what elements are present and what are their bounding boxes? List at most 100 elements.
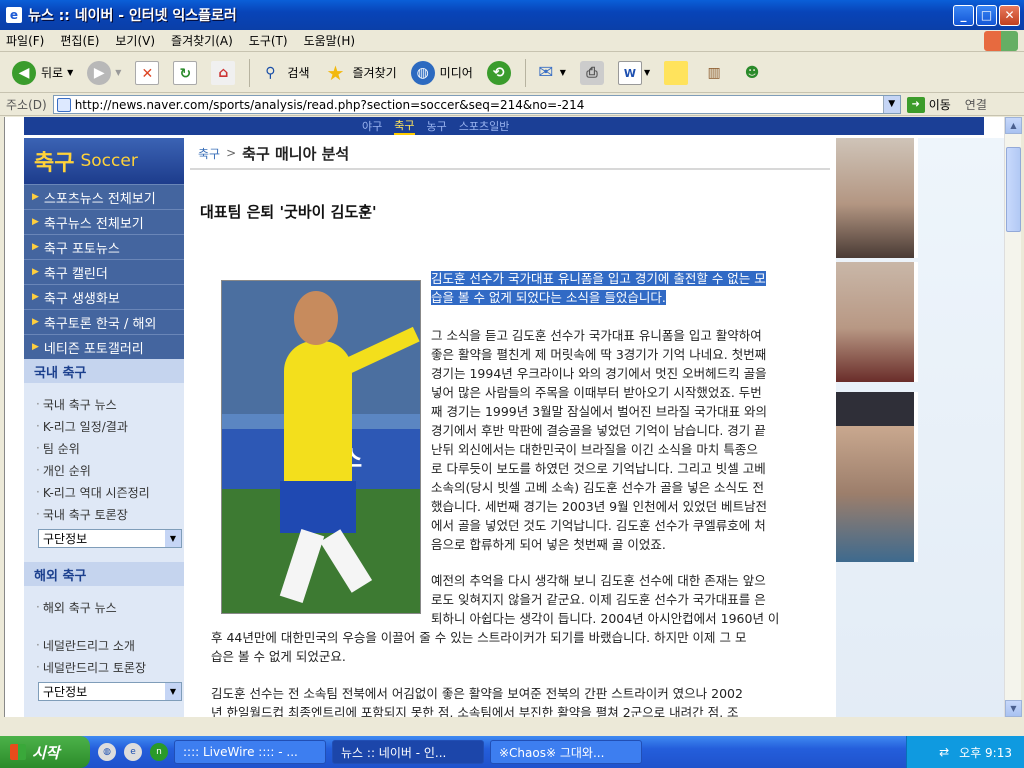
taskbar-item-livewire[interactable]: :::: LiveWire :::: - ... (174, 740, 326, 764)
taskbar-item-naver[interactable]: 뉴스 :: 네이버 - 인... (332, 740, 484, 764)
foreign-section-title: 해외 축구 (24, 562, 184, 586)
forward-button[interactable]: ▶ ▼ (83, 57, 125, 89)
refresh-button[interactable]: ↻ (169, 57, 201, 89)
home-button[interactable]: ⌂ (207, 57, 239, 89)
address-label: 주소(D) (6, 98, 47, 112)
sidebar-item-label: 축구뉴스 전체보기 (43, 216, 144, 232)
text-line: 경기에서 후반 막판에 결승골을 넣었던 기억이 남습니다. 경기 끝 (431, 423, 766, 438)
nav-basketball[interactable]: 농구 (427, 118, 447, 134)
domestic-link[interactable]: · K-리그 역대 시즌정리 (24, 481, 184, 503)
foreign-club-select[interactable]: 구단정보 ▼ (38, 682, 182, 701)
quicklaunch-app-icon[interactable]: ◍ (98, 743, 116, 761)
address-url: http://news.naver.com/sports/analysis/re… (74, 97, 585, 112)
domestic-link[interactable]: · K-리그 일정/결과 (24, 415, 184, 437)
sidebar-item[interactable]: ▶ 스포츠뉴스 전체보기 (24, 184, 184, 209)
scroll-thumb[interactable] (1006, 147, 1021, 232)
article-paragraph-1: 김도훈 선수가 국가대표 유니폼을 입고 경기에 출전할 수 없는 모 습을 볼… (431, 269, 811, 307)
menu-file[interactable]: 파일(F) (6, 32, 44, 49)
favorites-button[interactable]: ★ 즐겨찾기 (320, 57, 401, 89)
toolbar-divider (524, 58, 526, 87)
start-button[interactable]: 시작 (0, 736, 90, 768)
menu-edit[interactable]: 편집(E) (60, 32, 99, 49)
domestic-link-label: K-리그 역대 시즌정리 (42, 485, 150, 500)
article-paragraph-2: 그 소식을 듣고 김도훈 선수가 국가대표 유니폼을 입고 활약하여 좋은 활약… (431, 326, 811, 554)
research-button[interactable]: ▥ (698, 57, 730, 89)
nav-baseball[interactable]: 야구 (362, 118, 382, 134)
quicklaunch-ie-icon[interactable]: e (124, 743, 142, 761)
page-icon (56, 97, 71, 112)
status-bar (0, 718, 1024, 736)
mail-button[interactable]: ✉ ▼ (530, 57, 570, 89)
sidebar-item[interactable]: ▶ 축구 포토뉴스 (24, 234, 184, 259)
search-label: 검색 (287, 66, 310, 80)
breadcrumb-section[interactable]: 축구 (198, 145, 220, 162)
task-label: :::: LiveWire :::: - ... (183, 745, 298, 759)
domestic-club-select[interactable]: 구단정보 ▼ (38, 529, 182, 548)
back-arrow-icon: ◀ (12, 60, 36, 85)
scroll-up-icon[interactable]: ▲ (1005, 117, 1022, 134)
forward-arrow-icon: ▶ (87, 60, 112, 85)
history-button[interactable]: ⟲ (483, 57, 515, 89)
foreign-link[interactable]: · 해외 축구 뉴스 (24, 596, 184, 618)
foreign-link[interactable]: · 네덜란드리그 소개 (24, 634, 184, 656)
favorites-label: 즐겨찾기 (352, 66, 397, 80)
domestic-link-label: 국내 축구 뉴스 (42, 397, 117, 412)
address-input[interactable]: http://news.naver.com/sports/analysis/re… (52, 95, 901, 114)
messenger-button[interactable]: ☻ (736, 57, 768, 89)
books-icon: ▥ (707, 64, 721, 81)
back-button[interactable]: ◀ 뒤로 ▼ (8, 57, 77, 89)
sidebar-title-en: Soccer (80, 151, 138, 171)
toolbar: ◀ 뒤로 ▼ ▶ ▼ ✕ ↻ ⌂ ⚲ 검색 ★ 즐겨찾기 ◍ 미디어 ⟲ ✉ ▼ ⎙ W ▼ ▥… (0, 53, 1024, 93)
edit-button[interactable]: W ▼ (614, 57, 654, 89)
sidebar-item[interactable]: ▶ 축구토론 한국 / 해외 (24, 309, 184, 334)
back-label: 뒤로 (41, 66, 64, 80)
menu-tools[interactable]: 도구(T) (249, 32, 288, 49)
menu-favorites[interactable]: 즐겨찾기(A) (171, 32, 233, 49)
selected-text: 김도훈 선수가 국가대표 유니폼을 입고 경기에 출전할 수 없는 모 (431, 271, 766, 286)
sidebar-item[interactable]: ▶ 축구뉴스 전체보기 (24, 209, 184, 234)
globe-icon: ◍ (410, 60, 435, 85)
banner-portrait (836, 262, 918, 382)
title-bar: e 뉴스 :: 네이버 - 인터넷 익스플로러 _ □ ✕ (0, 0, 1024, 30)
quicklaunch-nate-icon[interactable]: n (150, 743, 168, 761)
menu-help[interactable]: 도움말(H) (304, 32, 356, 49)
vertical-scrollbar[interactable]: ▲ ▼ (1004, 117, 1022, 717)
search-icon: ⚲ (265, 64, 276, 81)
domestic-link[interactable]: · 국내 축구 토론장 (24, 503, 184, 525)
taskbar-item-chaos[interactable]: ※Chaos※ 그대와... (490, 740, 642, 764)
stop-button[interactable]: ✕ (131, 57, 163, 89)
sidebar-item[interactable]: ▶ 축구 생생화보 (24, 284, 184, 309)
domestic-link-label: K-리그 일정/결과 (42, 419, 128, 434)
maximize-button[interactable]: □ (976, 4, 997, 26)
sidebar-item-label: 축구 캘린더 (43, 266, 108, 282)
close-button[interactable]: ✕ (999, 4, 1020, 26)
article-column: 축구 > 축구 매니아 분석 대표팀 은퇴 '굿바이 김도훈' 뉴스 김도훈 선… (190, 138, 830, 717)
notes-button[interactable] (660, 57, 692, 89)
sidebar-item-label: 축구 생생화보 (43, 291, 120, 307)
domestic-link[interactable]: · 개인 순위 (24, 459, 184, 481)
domestic-link[interactable]: · 국내 축구 뉴스 (24, 393, 184, 415)
sidebar-item[interactable]: ▶ 네티즌 포토갤러리 (24, 334, 184, 359)
foreign-link-label: 네덜란드리그 토론장 (42, 660, 147, 675)
menu-view[interactable]: 보기(V) (115, 32, 155, 49)
network-icon[interactable]: ⇄ (939, 745, 949, 759)
go-button[interactable]: ➜ 이동 (906, 96, 951, 113)
banner-portrait (836, 392, 918, 562)
address-dropdown-icon[interactable]: ▼ (882, 96, 900, 113)
star-icon: ★ (326, 60, 345, 85)
foreign-club-select-value: 구단정보 (43, 685, 88, 699)
print-button[interactable]: ⎙ (576, 57, 608, 89)
nav-general[interactable]: 스포츠일반 (459, 118, 510, 134)
media-button[interactable]: ◍ 미디어 (407, 57, 477, 89)
minimize-button[interactable]: _ (953, 4, 974, 26)
foreign-link[interactable]: · 네덜란드리그 토론장 (24, 656, 184, 678)
search-button[interactable]: ⚲ 검색 (254, 57, 313, 89)
scroll-down-icon[interactable]: ▼ (1005, 700, 1022, 717)
sidebar-item[interactable]: ▶ 축구 캘린더 (24, 259, 184, 284)
text-line: 로 다루듯이 보도를 하였던 것으로 기억납니다. 그리고 빗셀 고베 (431, 461, 766, 476)
domestic-link[interactable]: · 팀 순위 (24, 437, 184, 459)
right-banner-ad[interactable] (836, 138, 1004, 717)
sidebar: 축구 Soccer ▶ 스포츠뉴스 전체보기 ▶ 축구뉴스 전체보기 ▶ 축구 포토뉴… (24, 138, 184, 717)
links-button[interactable]: 연결 (965, 96, 987, 113)
nav-soccer[interactable]: 축구 (394, 117, 415, 135)
